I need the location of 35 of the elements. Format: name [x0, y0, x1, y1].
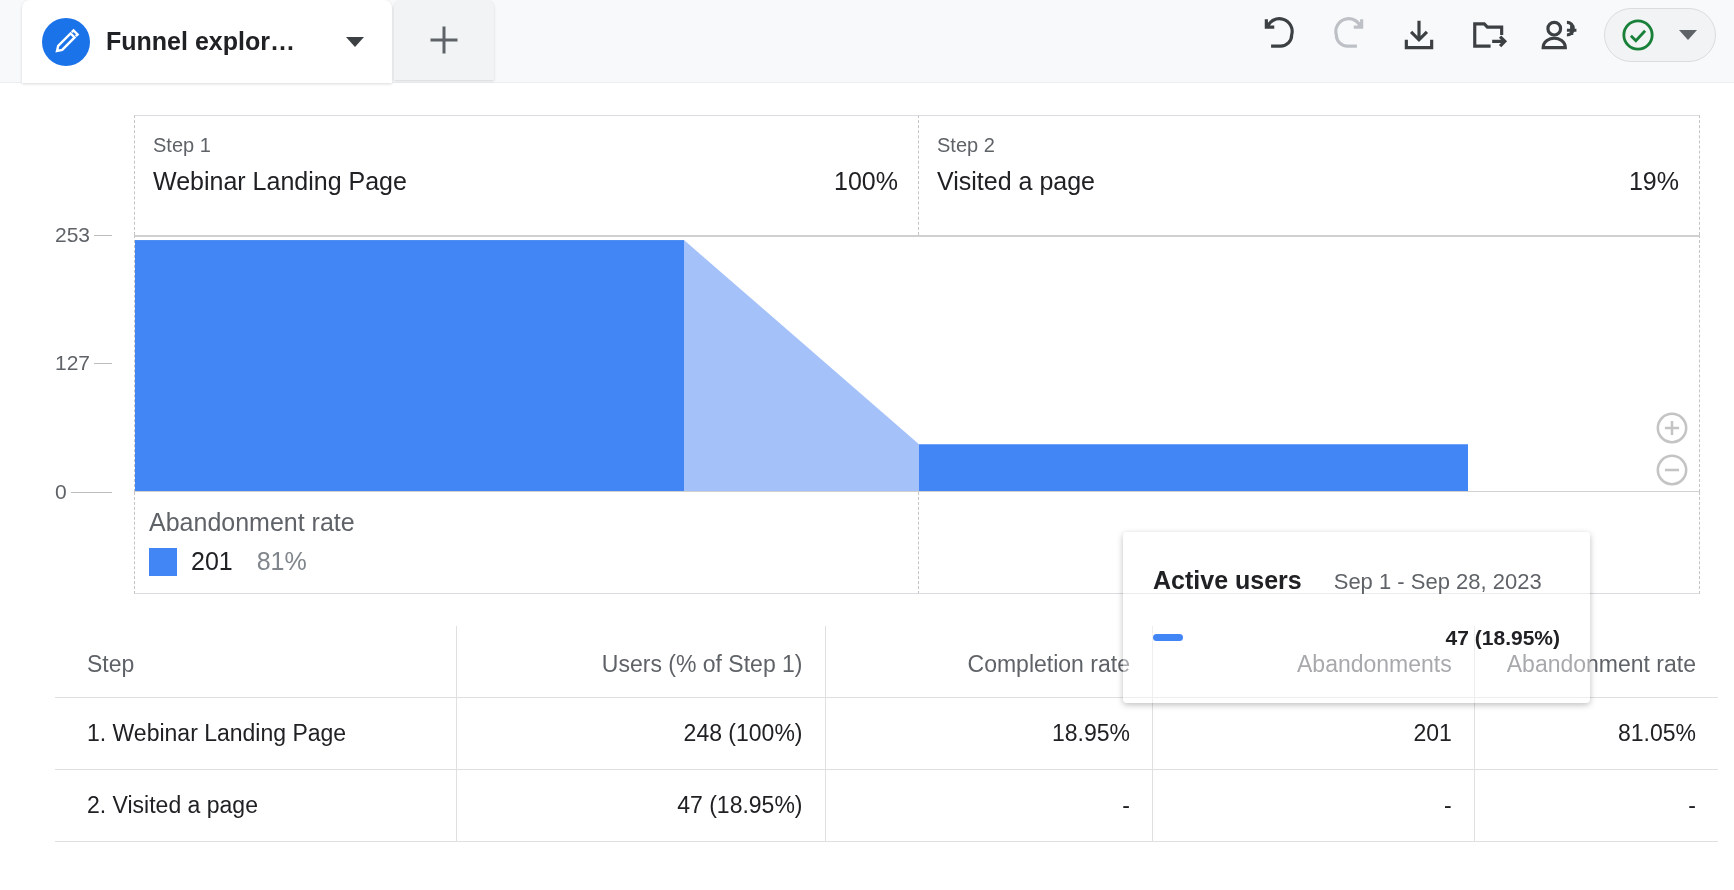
- table-cell: -: [825, 769, 1153, 842]
- zoom-in-icon[interactable]: [1655, 411, 1689, 445]
- step-percent: 19%: [1628, 167, 1679, 196]
- table-cell: 2. Visited a page: [55, 769, 457, 842]
- tooltip-date: Sep 1 - Sep 28, 2023: [1333, 569, 1542, 595]
- report-tab[interactable]: Funnel explor…: [22, 0, 392, 83]
- caret-icon: [346, 36, 364, 47]
- column-header[interactable]: Completion rate: [967, 645, 1130, 676]
- abandonment-percent: 81%: [256, 547, 307, 576]
- status-button[interactable]: [1604, 8, 1716, 62]
- tooltip-value: 47 (18.95%): [1445, 627, 1560, 648]
- table-cell: -: [1474, 769, 1718, 842]
- step-percent: 100%: [834, 167, 898, 196]
- check-circle-icon: [1621, 18, 1655, 52]
- step-label: Step 2: [937, 134, 996, 157]
- abandonment-count: 201: [191, 547, 233, 576]
- zoom-out-icon[interactable]: [1655, 453, 1689, 487]
- step-name: Visited a page: [937, 167, 1095, 196]
- abandonment-label: Abandonment rate: [149, 508, 356, 537]
- pencil-icon: [42, 17, 90, 66]
- table-cell: -: [1152, 769, 1475, 842]
- table-cell: 81.05%: [1474, 697, 1718, 770]
- column-header[interactable]: Step: [87, 645, 135, 676]
- table-cell: 47 (18.95%): [456, 769, 826, 842]
- step-label: Step 1: [153, 134, 212, 157]
- funnel-bar[interactable]: [919, 444, 1468, 491]
- tooltip-title: Active users: [1153, 566, 1302, 595]
- table-cell: 201: [1152, 697, 1475, 770]
- caret-icon: [1679, 30, 1697, 40]
- step-name: Webinar Landing Page: [153, 167, 407, 196]
- table-cell: 1. Webinar Landing Page: [55, 697, 457, 770]
- table-cell: 18.95%: [825, 697, 1153, 770]
- table-cell: 248 (100%): [456, 697, 826, 770]
- add-tab-button[interactable]: [394, 0, 494, 80]
- column-header[interactable]: Users (% of Step 1): [601, 645, 803, 676]
